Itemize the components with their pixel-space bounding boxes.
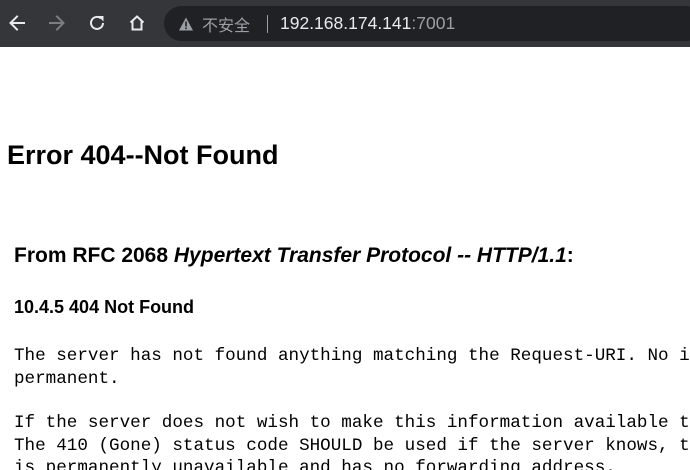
- browser-toolbar: 不安全 192.168.174.141:7001: [0, 0, 690, 47]
- warning-triangle-icon: [179, 17, 193, 30]
- page-content: Error 404--Not Found From RFC 2068 Hyper…: [0, 47, 690, 470]
- url-host: 192.168.174.141: [280, 13, 412, 33]
- chip-divider: [267, 15, 268, 33]
- back-button[interactable]: [2, 8, 32, 38]
- reload-icon: [90, 15, 104, 30]
- rfc-suffix: :: [566, 244, 574, 267]
- paragraph-1: The server has not found anything matchi…: [14, 346, 690, 389]
- rfc-prefix: From RFC 2068: [14, 244, 174, 267]
- security-label: 不安全: [202, 15, 251, 35]
- url-text[interactable]: 192.168.174.141:7001: [280, 6, 455, 41]
- rfc-heading: From RFC 2068 Hypertext Transfer Protoco…: [14, 244, 574, 268]
- home-icon: [129, 15, 145, 31]
- url-port: :7001: [411, 13, 456, 33]
- paragraph-2: If the server does not wish to make this…: [14, 413, 690, 470]
- rfc-title: Hypertext Transfer Protocol -- HTTP/1.1: [173, 244, 567, 267]
- address-bar[interactable]: 不安全 192.168.174.141:7001: [164, 6, 690, 41]
- arrow-right-icon: [49, 15, 65, 31]
- section-heading: 10.4.5 404 Not Found: [14, 297, 195, 317]
- home-button[interactable]: [122, 8, 152, 38]
- reload-button[interactable]: [82, 8, 112, 38]
- page-title: Error 404--Not Found: [7, 140, 279, 170]
- forward-button[interactable]: [42, 8, 72, 38]
- security-chip[interactable]: 不安全: [178, 6, 250, 41]
- arrow-left-icon: [9, 15, 25, 31]
